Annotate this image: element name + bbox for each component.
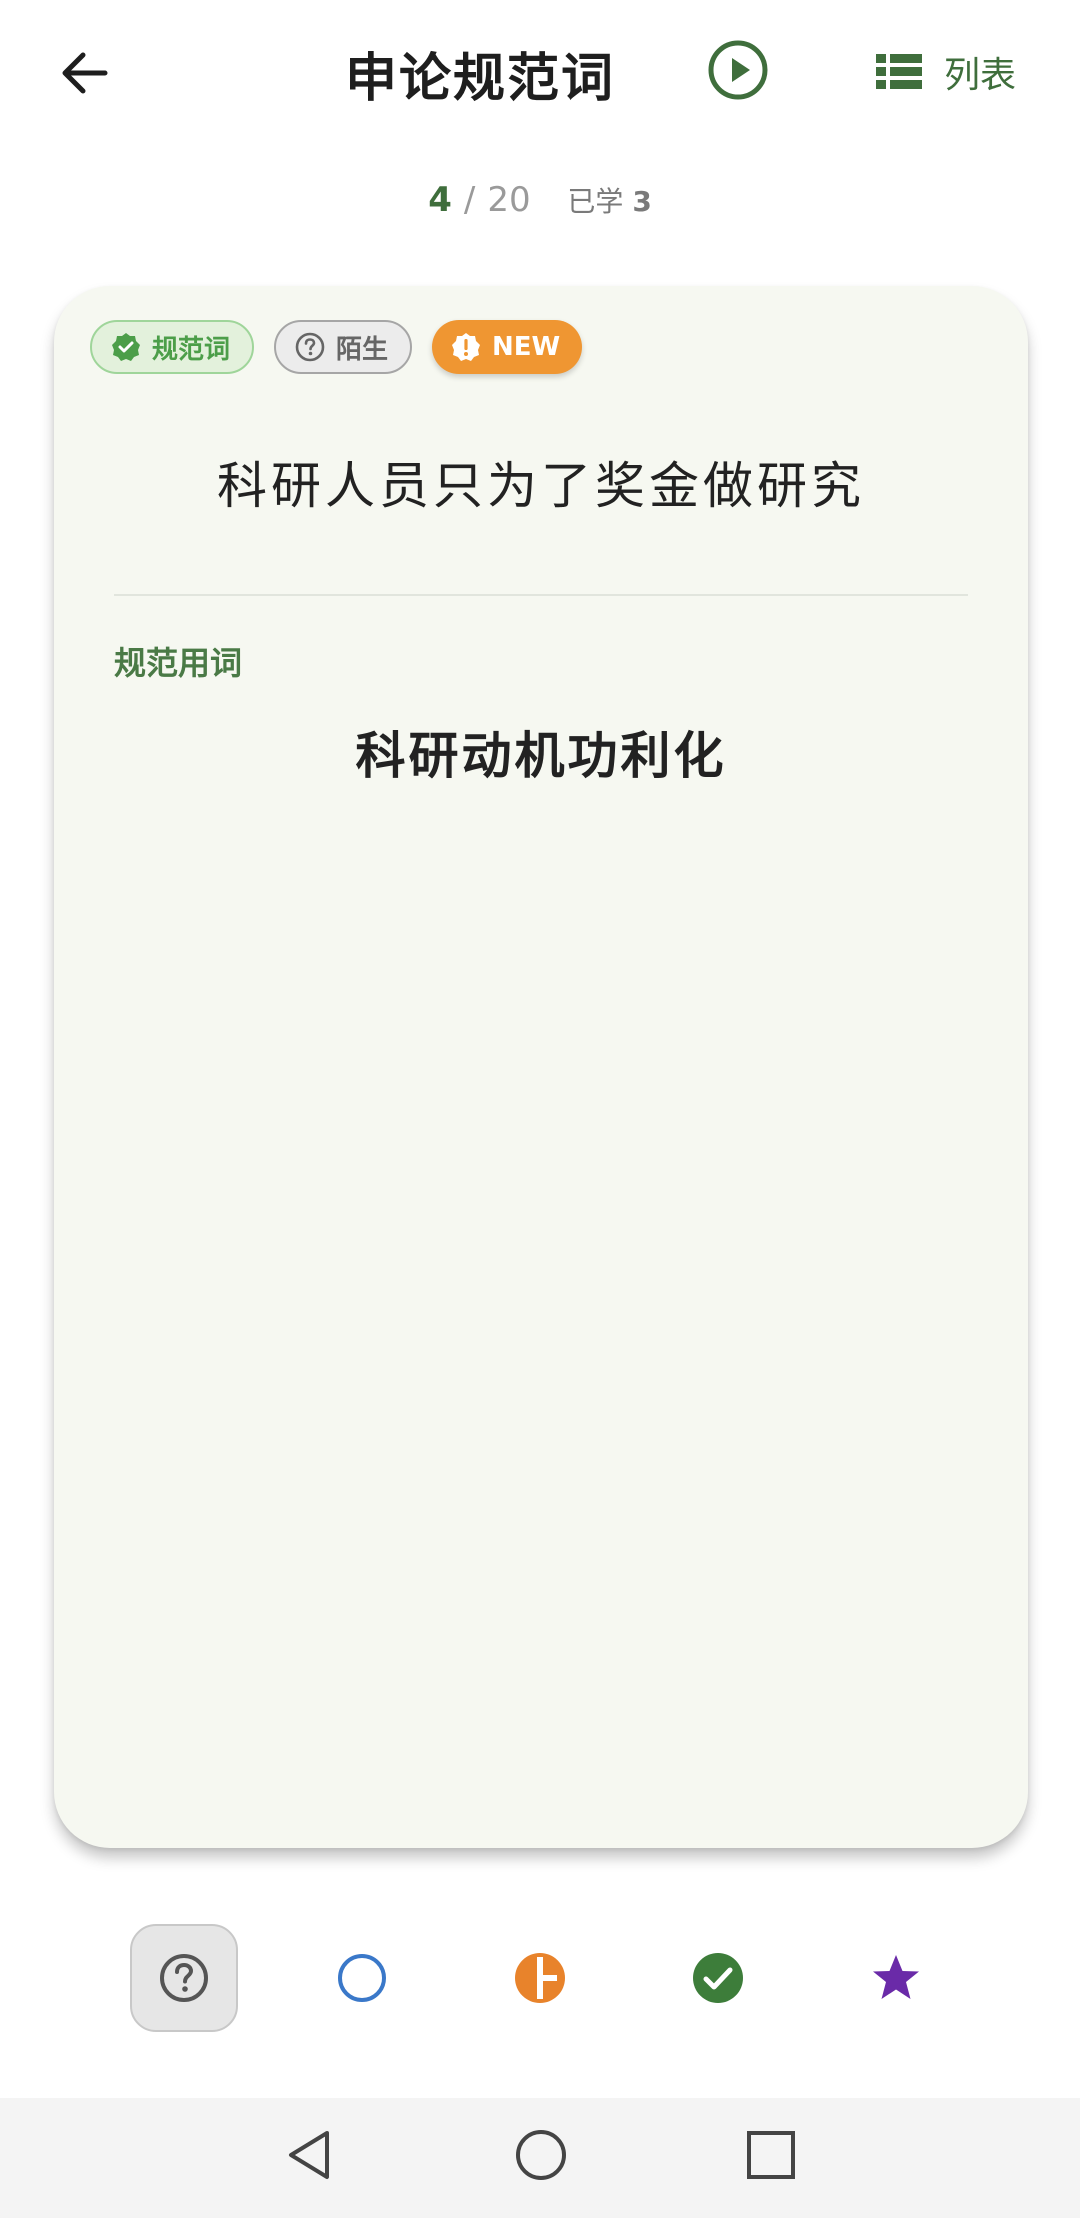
play-circle-icon — [708, 40, 768, 100]
chip-standard-term: 规范词 — [90, 320, 255, 374]
list-button[interactable]: 列表 — [876, 42, 1016, 102]
progress-indicator: 4 / 20 已学 3 — [0, 180, 1080, 220]
section-label: 规范用词 — [114, 644, 243, 682]
mark-unknown-button[interactable] — [130, 1924, 238, 2032]
chip-label: 规范词 — [152, 334, 231, 365]
half-circle-icon — [515, 1953, 565, 2003]
alert-badge-icon — [452, 333, 481, 361]
mark-new-button[interactable] — [308, 1924, 416, 2032]
nav-recents-button[interactable] — [736, 2120, 806, 2190]
tag-chips: 规范词 陌生 NEW — [90, 320, 583, 374]
chip-unfamiliar: 陌生 — [274, 320, 413, 374]
favorite-button[interactable] — [842, 1924, 950, 2032]
progress-total: 20 — [487, 180, 531, 220]
flashcard[interactable]: 规范词 陌生 NEW 科研人员只为了奖金做研究 规范用词 科研动机功利化 — [54, 286, 1028, 1848]
prompt-phrase: 科研人员只为了奖金做研究 — [217, 457, 865, 515]
mark-mastered-button[interactable] — [664, 1924, 772, 2032]
page-title: 申论规范词 — [344, 49, 615, 109]
question-circle-icon — [295, 332, 325, 362]
learned-count: 已学 3 — [567, 185, 651, 218]
nav-back-button[interactable] — [274, 2120, 344, 2190]
progress-separator: / — [463, 180, 476, 220]
app-header: 申论规范词 列表 — [0, 0, 1080, 140]
list-label: 列表 — [944, 55, 1017, 96]
learned-value: 3 — [632, 185, 652, 218]
learned-label: 已学 — [567, 185, 624, 218]
verified-badge-icon — [112, 333, 140, 361]
nav-back-icon — [289, 2131, 329, 2179]
system-nav-bar — [0, 2098, 1080, 2218]
nav-home-icon — [516, 2130, 566, 2180]
list-icon — [876, 54, 922, 89]
question-circle-icon — [160, 1954, 208, 2002]
empty-circle-icon — [338, 1954, 386, 2002]
answer-term: 科研动机功利化 — [355, 727, 727, 785]
progress-current: 4 — [428, 180, 452, 220]
mark-partial-button[interactable] — [486, 1924, 594, 2032]
nav-home-button[interactable] — [506, 2120, 576, 2190]
check-circle-icon — [693, 1953, 743, 2003]
rating-actions — [0, 1924, 1080, 2034]
chip-label: 陌生 — [336, 334, 389, 365]
chip-label: NEW — [492, 332, 561, 362]
chip-new: NEW — [432, 320, 583, 374]
divider — [114, 594, 968, 596]
nav-recents-icon — [747, 2131, 795, 2179]
star-icon — [873, 1955, 919, 1999]
play-button[interactable] — [706, 38, 770, 102]
